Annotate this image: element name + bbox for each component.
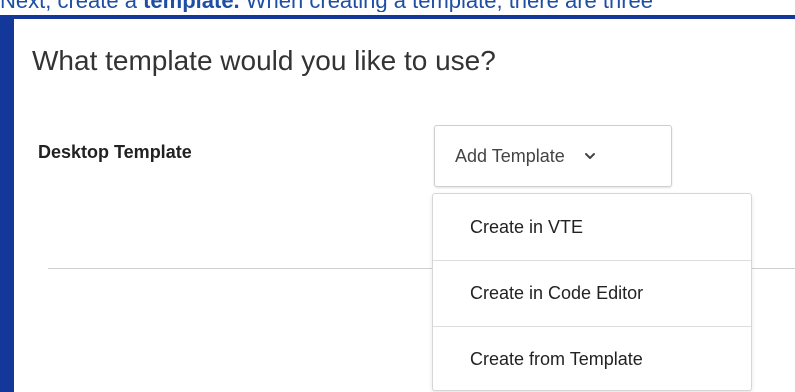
tutorial-caption: Next, create a template. When creating a… (0, 0, 795, 12)
dialog-title: What template would you like to use? (32, 45, 496, 76)
template-options-dropdown: Create in VTE Create in Code Editor Crea… (432, 193, 752, 391)
menu-item-create-in-vte[interactable]: Create in VTE (433, 194, 751, 260)
section-divider-right (752, 268, 795, 269)
caption-strong-text: template. (143, 0, 240, 12)
menu-item-create-from-template[interactable]: Create from Template (433, 326, 751, 390)
page: Next, create a template. When creating a… (0, 0, 795, 392)
chevron-down-icon (583, 149, 597, 163)
template-selection-panel: What template would you like to use? Des… (0, 15, 795, 392)
caption-suffix: When creating a template, there are thre… (240, 0, 653, 12)
section-divider (48, 268, 440, 269)
caption-prefix: Next, create a (0, 0, 143, 12)
add-template-button[interactable]: Add Template (434, 125, 672, 187)
add-template-button-label: Add Template (455, 145, 565, 166)
menu-item-create-in-code-editor[interactable]: Create in Code Editor (433, 260, 751, 326)
desktop-template-label: Desktop Template (38, 142, 192, 162)
